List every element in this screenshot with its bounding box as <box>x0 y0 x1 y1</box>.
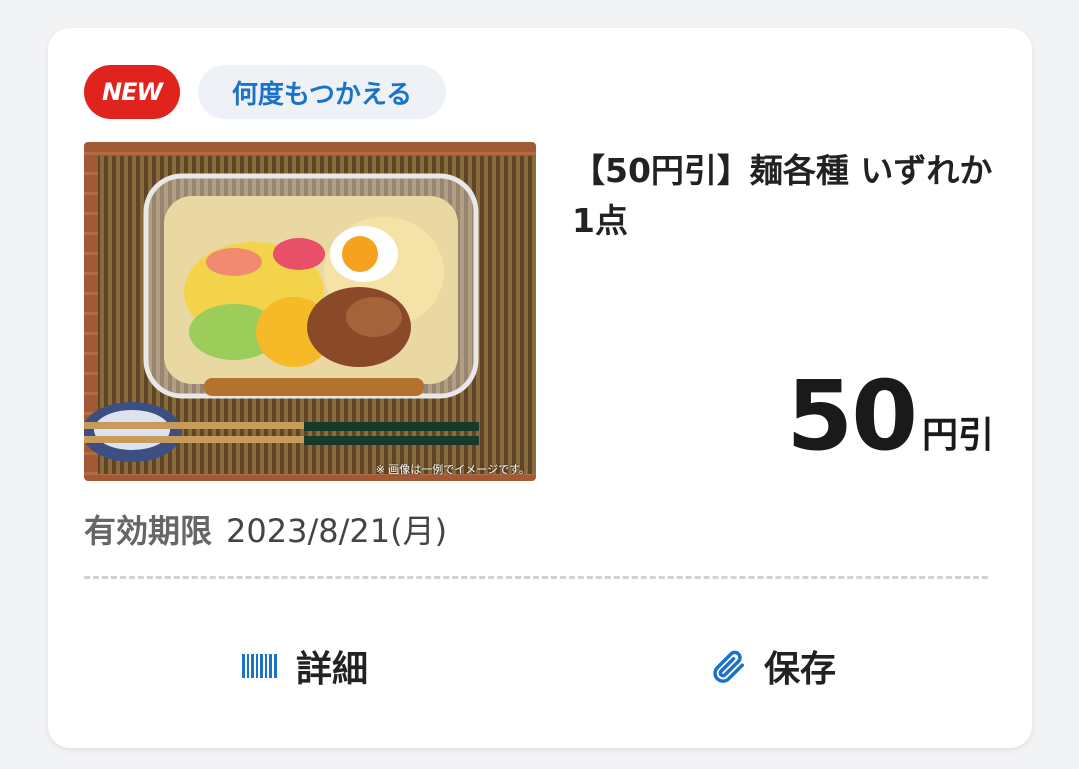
expiry-date: 2023/8/21(月) <box>226 512 448 550</box>
paperclip-icon <box>708 646 748 686</box>
dashed-divider <box>84 576 988 579</box>
expiry-label: 有効期限 <box>84 512 213 550</box>
detail-label: 詳細 <box>296 649 369 690</box>
expiry-info: 有効期限 2023/8/21(月) <box>84 506 447 552</box>
reusable-badge: 何度もつかえる <box>198 65 446 119</box>
product-image: ※ 画像は一例でイメージです。 <box>84 142 536 481</box>
coupon-card[interactable]: NEW 何度もつかえる ※ 画像は一例でイメージです。 【50円引】麺各種 いず… <box>48 28 1032 748</box>
save-label: 保存 <box>764 649 837 690</box>
discount-unit: 円引 <box>921 415 994 456</box>
detail-button[interactable]: 詳細 <box>240 636 368 696</box>
discount-amount: 50 <box>786 360 918 472</box>
new-badge: NEW <box>84 65 180 119</box>
image-disclaimer: ※ 画像は一例でイメージです。 <box>375 463 530 476</box>
discount-price: 50 円引 <box>786 368 994 464</box>
barcode-icon <box>240 646 280 686</box>
coupon-title: 【50円引】麺各種 いずれか1点 <box>572 151 993 240</box>
save-button[interactable]: 保存 <box>708 636 836 696</box>
